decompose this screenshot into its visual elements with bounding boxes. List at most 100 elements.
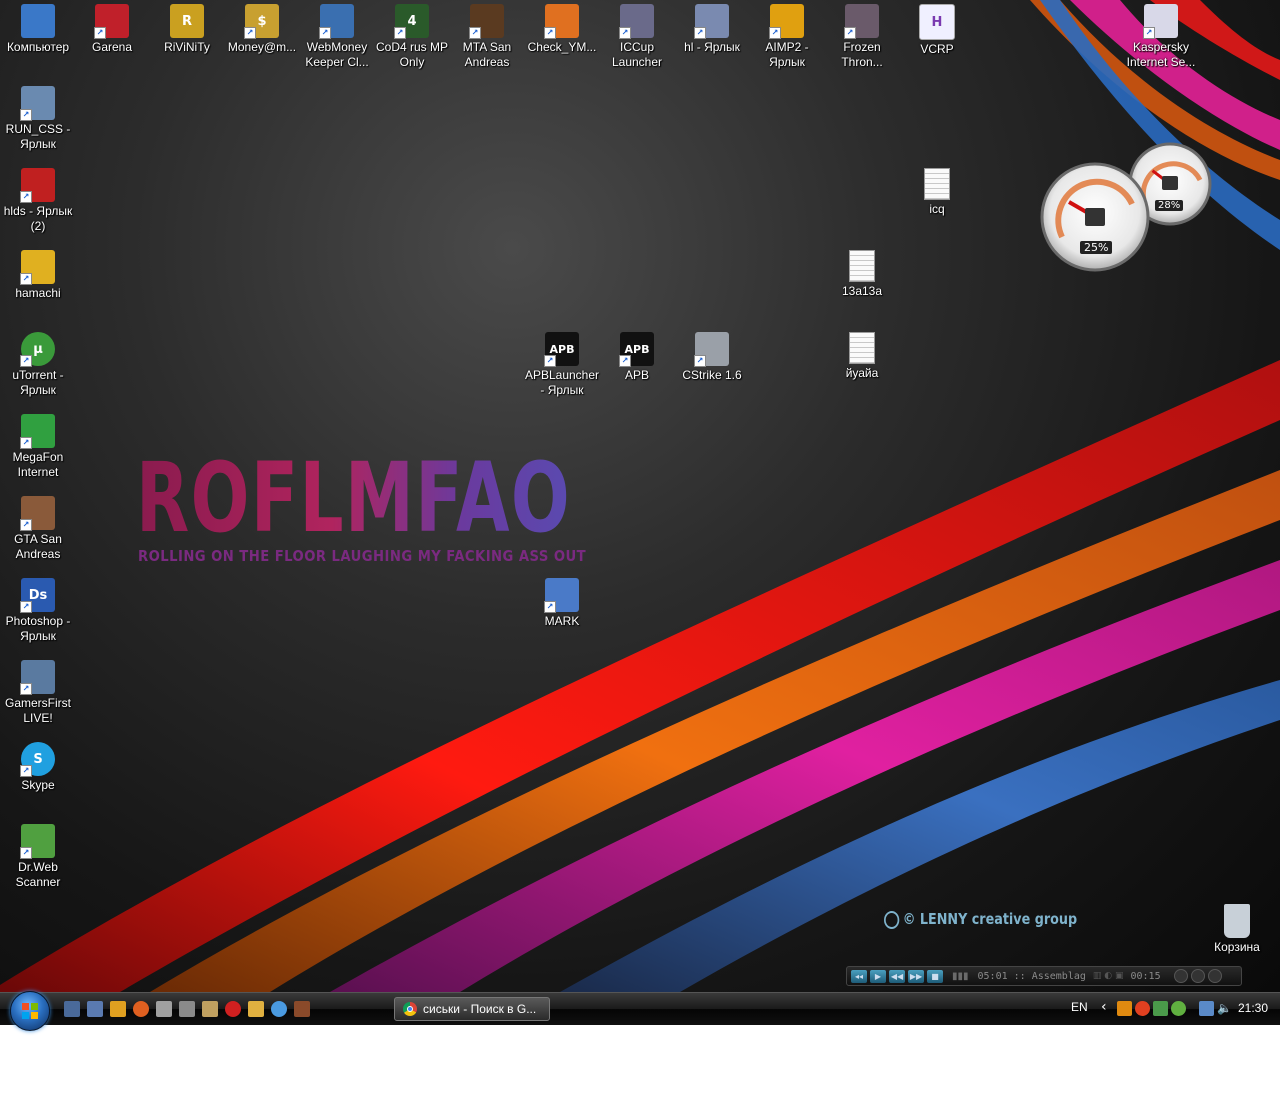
- money-icon-glyph: $: [257, 13, 267, 29]
- quick-launch-game-icon[interactable]: [294, 1001, 310, 1017]
- tray-hamachi-icon[interactable]: [1171, 1001, 1186, 1016]
- start-button[interactable]: [10, 991, 50, 1031]
- computer-icon: [21, 4, 55, 38]
- desktop-icon-iccup[interactable]: ↗ ICCup Launcher: [599, 4, 675, 70]
- desktop-icon-recycle[interactable]: Корзина: [1199, 904, 1275, 955]
- windows-orb-icon: [22, 1003, 38, 1019]
- player-play-button[interactable]: ▶: [870, 969, 886, 983]
- desktop-icon-cstrike[interactable]: ↗ CStrike 1.6: [674, 332, 750, 383]
- webmoney-icon: ↗: [319, 4, 354, 39]
- desktop-icon-cod4[interactable]: 4 ↗ CoD4 rus MP Only: [374, 4, 450, 70]
- tray-expand-chevron-icon[interactable]: ‹: [1101, 999, 1107, 1015]
- shortcut-arrow-icon: ↗: [619, 355, 631, 367]
- quick-launch-firefox-icon[interactable]: [133, 1001, 149, 1017]
- desktop-icon-iuaia[interactable]: йуайа: [824, 332, 900, 381]
- shortcut-arrow-icon: ↗: [319, 27, 331, 39]
- tray-aimp-icon[interactable]: [1117, 1001, 1132, 1016]
- desktop-icon-13a13a[interactable]: 13a13a: [824, 250, 900, 299]
- desktop-icon-label: Check_YM...: [527, 40, 597, 54]
- apb-icon: APB ↗: [619, 332, 654, 367]
- desktop-icon-megafon[interactable]: ↗ MegaFon Internet: [0, 414, 76, 480]
- desktop-icon-label: Kaspersky Internet Se...: [1126, 40, 1196, 69]
- wallpaper-credit: © LENNY creative group: [884, 910, 1077, 929]
- desktop-icon-apblauncher[interactable]: APB ↗ APBLauncher - Ярлык: [524, 332, 600, 398]
- desktop-icon-mta[interactable]: ↗ MTA San Andreas: [449, 4, 525, 70]
- iuaia-icon: [849, 332, 875, 364]
- memory-percent: 28%: [1155, 200, 1184, 211]
- desktop-icon-gamersfirst[interactable]: ↗ GamersFirst LIVE!: [0, 660, 76, 726]
- apblauncher-icon-glyph: APB: [549, 342, 575, 356]
- cod4-icon-glyph: 4: [407, 13, 417, 29]
- tray-icq-icon[interactable]: [1135, 1001, 1150, 1016]
- shortcut-arrow-icon: ↗: [544, 355, 556, 367]
- desktop-icon-label: MARK: [544, 614, 580, 628]
- language-indicator[interactable]: EN: [1071, 1000, 1088, 1014]
- desktop-icon-skype[interactable]: S ↗ Skype: [0, 742, 76, 793]
- vcrp-icon: H: [919, 4, 955, 40]
- taskbar-clock[interactable]: 21:30: [1238, 1001, 1268, 1015]
- quick-launch-winamp-icon[interactable]: [156, 1001, 172, 1017]
- desktop-icon-webmoney[interactable]: ↗ WebMoney Keeper Cl...: [299, 4, 375, 70]
- desktop-icon-money[interactable]: $ ↗ Money@m...: [224, 4, 300, 55]
- player-volume-icon[interactable]: ▮▮▮: [952, 971, 969, 982]
- desktop-icon-kaspersky[interactable]: ↗ Kaspersky Internet Se...: [1123, 4, 1199, 70]
- desktop-icon-aimp2[interactable]: ↗ AIMP2 - Ярлык: [749, 4, 825, 70]
- desktop-icon-hl[interactable]: ↗ hl - Ярлык: [674, 4, 750, 55]
- quick-launch-show-desktop-icon[interactable]: [64, 1001, 80, 1017]
- player-close-button[interactable]: [1207, 969, 1222, 983]
- desktop[interactable]: Компьютер ↗ Garena R RiViNiTy $ ↗ Money@m... ↗ We…: [0, 0, 1280, 992]
- desktop-icon-garena[interactable]: ↗ Garena: [74, 4, 150, 55]
- desktop-icon-label: Корзина: [1214, 940, 1260, 954]
- desktop-icon-label: Компьютер: [6, 40, 70, 54]
- desktop-icon-hlds[interactable]: ↗ hlds - Ярлык (2): [0, 168, 76, 234]
- quick-launch-media-player-icon[interactable]: [110, 1001, 126, 1017]
- wallpaper-subtitle: ROLLING ON THE FLOOR LAUGHING MY FACKING…: [138, 547, 587, 565]
- desktop-icon-hamachi[interactable]: ↗ hamachi: [0, 250, 76, 301]
- desktop-icon-mark[interactable]: ↗ MARK: [524, 578, 600, 629]
- desktop-icon-check[interactable]: ↗ Check_YM...: [524, 4, 600, 55]
- quick-launch-chrome-icon[interactable]: [271, 1001, 287, 1017]
- desktop-icon-computer[interactable]: Компьютер: [0, 4, 76, 55]
- desktop-icon-run-css[interactable]: ↗ RUN_CSS - Ярлык: [0, 86, 76, 152]
- desktop-icon-label: VCRP: [920, 42, 954, 56]
- desktop-icon-label: Skype: [21, 778, 55, 792]
- tray-network-icon[interactable]: [1199, 1001, 1214, 1016]
- desktop-icon-frozen[interactable]: ↗ Frozen Thron...: [824, 4, 900, 70]
- garena-icon: ↗: [94, 4, 129, 39]
- taskbar-chrome-window[interactable]: сиськи - Поиск в G...: [394, 997, 550, 1021]
- desktop-icon-apb[interactable]: APB ↗ APB: [599, 332, 675, 383]
- player-minimize-button[interactable]: [1173, 969, 1188, 983]
- quick-launch-money-icon[interactable]: [248, 1001, 264, 1017]
- player-forward-button[interactable]: ▶▶: [908, 969, 924, 983]
- desktop-icon-label: MTA San Andreas: [462, 40, 512, 69]
- quick-launch-shield-icon[interactable]: [179, 1001, 195, 1017]
- cpu-meter-gadget[interactable]: 28% 25%: [1040, 142, 1215, 272]
- desktop-icon-icq[interactable]: icq: [899, 168, 975, 217]
- aimp-mini-player[interactable]: ◂◂ ▶ ◀◀ ▶▶ ■ ▮▮▮ 05:01 :: Assemblag ▥ ◐ …: [846, 966, 1242, 986]
- desktop-icon-label: CoD4 rus MP Only: [375, 40, 449, 69]
- desktop-icon-rivinity[interactable]: R RiViNiTy: [149, 4, 225, 55]
- quick-launch-switch-windows-icon[interactable]: [87, 1001, 103, 1017]
- quick-launch-pencil-icon[interactable]: [202, 1001, 218, 1017]
- desktop-icon-drweb[interactable]: ↗ Dr.Web Scanner: [0, 824, 76, 890]
- kaspersky-icon: ↗: [1143, 4, 1178, 39]
- desktop-icon-vcrp[interactable]: H VCRP: [899, 4, 975, 57]
- player-stop-button[interactable]: ■: [927, 969, 943, 983]
- player-rewind-button[interactable]: ◀◀: [889, 969, 905, 983]
- shortcut-arrow-icon: ↗: [20, 847, 32, 859]
- desktop-icon-utorrent[interactable]: µ ↗ uTorrent - Ярлык: [0, 332, 76, 398]
- tray-kaspersky-icon[interactable]: [1153, 1001, 1168, 1016]
- desktop-icon-gta-sa[interactable]: ↗ GTA San Andreas: [0, 496, 76, 562]
- tray-volume-icon[interactable]: 🔈: [1217, 1001, 1232, 1016]
- run-css-icon: ↗: [20, 86, 55, 121]
- player-prev-list-button[interactable]: ◂◂: [851, 969, 867, 983]
- desktop-icon-label: APBLauncher - Ярлык: [524, 368, 600, 397]
- player-eq-icon[interactable]: ▥ ◐ ▣: [1093, 971, 1124, 981]
- megafon-icon: ↗: [20, 414, 55, 449]
- shortcut-arrow-icon: ↗: [20, 273, 32, 285]
- desktop-icon-photoshop[interactable]: Ds ↗ Photoshop - Ярлык: [0, 578, 76, 644]
- desktop-icon-label: Money@m...: [227, 40, 297, 54]
- player-expand-button[interactable]: [1190, 969, 1205, 983]
- desktop-icon-label: hl - Ярлык: [684, 40, 740, 54]
- quick-launch-opera-icon[interactable]: [225, 1001, 241, 1017]
